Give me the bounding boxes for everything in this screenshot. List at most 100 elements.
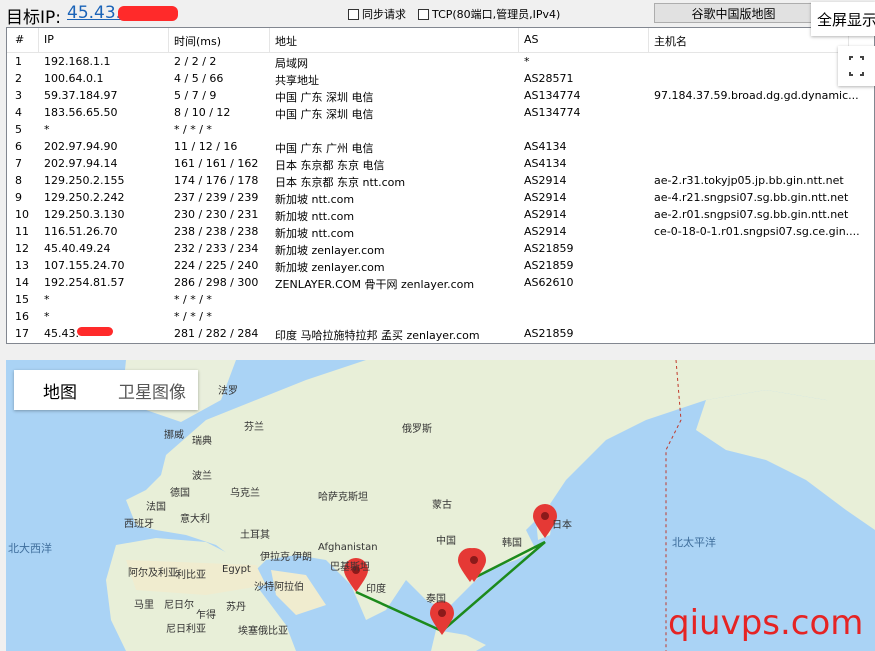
table-row[interactable]: 3 59.37.184.97 5 / 7 / 9 中国 广东 深圳 电信 AS13477…	[7, 87, 874, 104]
table-row[interactable]: 14 192.254.81.57 286 / 298 / 300 ZENLAYER.C…	[7, 274, 874, 291]
table-row[interactable]: 2 100.64.0.1 4 / 5 / 66 共享地址 AS28571	[7, 70, 874, 87]
map-label: 乍得	[196, 610, 216, 621]
table-cell: 192.254.81.57	[44, 276, 125, 289]
fullscreen-button[interactable]: 全屏显示	[811, 2, 875, 36]
map-label: Afghanistan	[318, 542, 378, 553]
table-cell: 9	[15, 191, 22, 204]
map-label: 西班牙	[124, 519, 154, 530]
tcp-checkbox-box[interactable]	[418, 8, 429, 20]
table-cell: 183.56.65.50	[44, 106, 118, 119]
target-ip-label: 目标IP:	[6, 8, 61, 28]
trace-table: # IP 时间(ms) 地址 AS 主机名 1 192.168.1.1 2 / 2 …	[6, 27, 875, 344]
land-north-america	[696, 390, 875, 530]
table-cell: AS28571	[524, 72, 574, 85]
sync-request-checkbox[interactable]: 同步请求	[348, 6, 406, 22]
map-label: 利比亚	[176, 570, 206, 581]
map-label: Egypt	[222, 564, 251, 575]
table-cell: 59.37.184.97	[44, 89, 118, 102]
table-row[interactable]: 17 45.43. 281 / 282 / 284 印度 马哈拉施特拉邦 孟买 zen…	[7, 325, 874, 342]
map-label: 伊朗	[292, 552, 312, 563]
table-row[interactable]: 4 183.56.65.50 8 / 10 / 12 中国 广东 深圳 电信 AS134…	[7, 104, 874, 121]
map-marker	[430, 601, 454, 635]
table-cell: 共享地址	[275, 74, 319, 87]
table-cell: *	[44, 123, 50, 136]
table-cell: ce-0-18-0-1.r01.sngpsi07.sg.ce.gin....	[654, 225, 860, 238]
table-cell: ae-2.r01.sngpsi07.sg.bb.gin.ntt.net	[654, 208, 849, 221]
table-cell: 1	[15, 55, 22, 68]
table-cell: 202.97.94.14	[44, 157, 118, 170]
table-row[interactable]: 6 202.97.94.90 11 / 12 / 16 中国 广东 广州 电信 AS41…	[7, 138, 874, 155]
table-row[interactable]: 11 116.51.26.70 238 / 238 / 238 新加坡 ntt.com…	[7, 223, 874, 240]
table-cell: * / * / *	[174, 293, 212, 306]
table-cell: AS2914	[524, 208, 567, 221]
map-label: 法国	[146, 502, 166, 513]
table-row[interactable]: 5 * * / * / *	[7, 121, 874, 138]
table-row[interactable]: 13 107.155.24.70 224 / 225 / 240 新加坡 zenlay…	[7, 257, 874, 274]
table-cell: 129.250.2.155	[44, 174, 125, 187]
table-cell: 局域网	[275, 57, 308, 70]
col-header-ip[interactable]: IP	[44, 33, 54, 51]
table-cell: 3	[15, 89, 22, 102]
table-row[interactable]: 10 129.250.3.130 230 / 230 / 231 新加坡 ntt.co…	[7, 206, 874, 223]
map-label: 中国	[436, 536, 456, 547]
table-cell: 新加坡 ntt.com	[275, 210, 355, 223]
map-label: 马里	[134, 600, 154, 611]
tab-satellite[interactable]: 卫星图像	[106, 370, 198, 410]
target-ip-link[interactable]: 45.43.	[67, 3, 121, 23]
col-header-address[interactable]: 地址	[275, 33, 297, 51]
table-cell: 100.64.0.1	[44, 72, 104, 85]
col-header-num[interactable]: #	[15, 33, 24, 51]
table-cell: 129.250.2.242	[44, 191, 125, 204]
col-header-hostname[interactable]: 主机名	[654, 33, 687, 51]
map-label: 北大西洋	[8, 542, 52, 555]
table-row[interactable]: 15 * * / * / *	[7, 291, 874, 308]
table-header: # IP 时间(ms) 地址 AS 主机名	[7, 28, 874, 53]
table-row[interactable]: 16 * * / * / *	[7, 308, 874, 325]
sync-checkbox-box[interactable]	[348, 8, 359, 20]
table-cell: AS62610	[524, 276, 574, 289]
map-label: 俄罗斯	[402, 424, 432, 435]
map-label: 日本	[552, 520, 572, 531]
col-divider[interactable]	[648, 28, 649, 52]
col-header-as[interactable]: AS	[524, 33, 539, 51]
table-cell: 202.97.94.90	[44, 140, 118, 153]
map-label: 印度	[366, 584, 386, 595]
table-cell: ZENLAYER.COM 骨干网 zenlayer.com	[275, 278, 475, 291]
table-cell: 2 / 2 / 2	[174, 55, 217, 68]
map-label: 瑞典	[192, 436, 212, 447]
expand-map-button[interactable]	[838, 46, 875, 86]
table-cell: 印度 马哈拉施特拉邦 孟买 zenlayer.com	[275, 329, 480, 342]
col-divider[interactable]	[168, 28, 169, 52]
table-cell: 4	[15, 106, 22, 119]
table-row[interactable]: 9 129.250.2.242 237 / 239 / 239 新加坡 ntt.com…	[7, 189, 874, 206]
col-header-time[interactable]: 时间(ms)	[174, 33, 221, 51]
redaction-mark	[77, 327, 113, 336]
table-row[interactable]: 1 192.168.1.1 2 / 2 / 2 局域网 *	[7, 53, 874, 70]
map-label: 法罗	[218, 386, 238, 397]
table-cell: AS4134	[524, 157, 567, 170]
map-label: 伊拉克	[260, 552, 290, 563]
table-cell: 45.40.49.24	[44, 242, 111, 255]
map-label: 泰国	[426, 594, 446, 605]
table-cell: 116.51.26.70	[44, 225, 118, 238]
table-cell: 新加坡 zenlayer.com	[275, 261, 385, 274]
col-divider[interactable]	[269, 28, 270, 52]
map-label: 挪威	[164, 430, 184, 441]
table-row[interactable]: 8 129.250.2.155 174 / 176 / 178 日本 东京都 东京 n…	[7, 172, 874, 189]
table-cell: 10	[15, 208, 29, 221]
table-cell: AS4134	[524, 140, 567, 153]
table-cell: 日本 东京都 东京 ntt.com	[275, 176, 406, 189]
table-cell: AS134774	[524, 89, 581, 102]
table-cell: AS134774	[524, 106, 581, 119]
table-cell: 中国 广东 深圳 电信	[275, 108, 374, 121]
col-divider[interactable]	[518, 28, 519, 52]
table-cell: * / * / *	[174, 123, 212, 136]
map-label: 意大利	[180, 514, 210, 525]
tab-map[interactable]: 地图	[14, 370, 106, 410]
land-indonesia	[431, 630, 486, 651]
google-china-map-button[interactable]: 谷歌中国版地图	[654, 3, 813, 23]
table-row[interactable]: 7 202.97.94.14 161 / 161 / 162 日本 东京都 东京 电信…	[7, 155, 874, 172]
tcp-checkbox[interactable]: TCP(80端口,管理员,IPv4)	[418, 6, 560, 22]
table-row[interactable]: 12 45.40.49.24 232 / 233 / 234 新加坡 zenlayer…	[7, 240, 874, 257]
col-divider[interactable]	[38, 28, 39, 52]
